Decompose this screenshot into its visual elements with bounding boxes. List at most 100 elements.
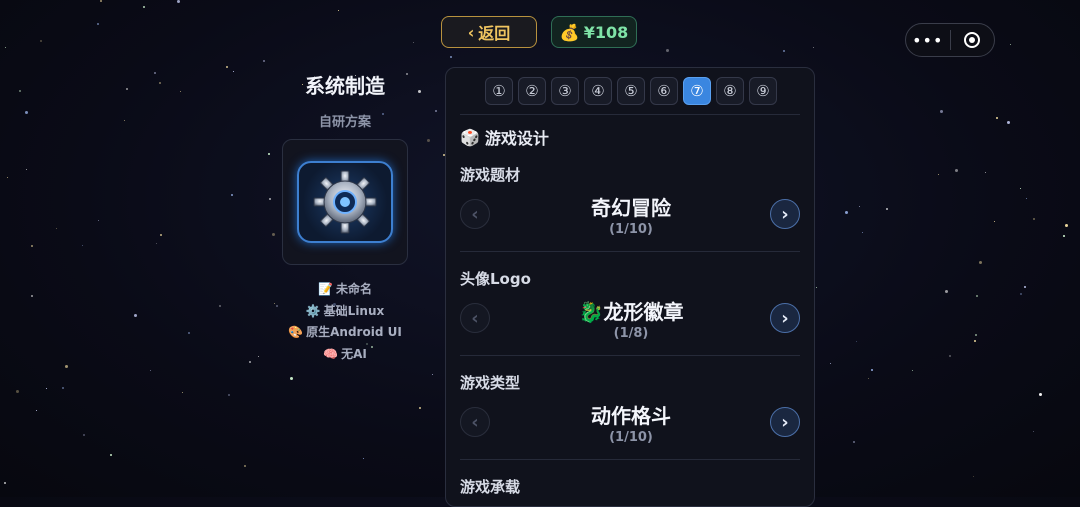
theme-prev-button[interactable]: ‹ xyxy=(460,199,490,229)
star xyxy=(226,66,228,68)
genre-count: (1/10) xyxy=(609,430,653,445)
star xyxy=(25,111,28,114)
star xyxy=(813,47,814,48)
chevron-left-icon: ‹ xyxy=(467,22,475,42)
star xyxy=(100,0,102,2)
back-label: 返回 xyxy=(478,24,511,43)
meta-ui: 🎨 原生Android UI xyxy=(288,325,402,339)
system-title: 系统制造 xyxy=(305,74,385,98)
dice-icon: 🎲 xyxy=(460,127,480,147)
step-tab-7[interactable]: ⑦ xyxy=(683,77,711,105)
star xyxy=(427,139,430,142)
star xyxy=(666,49,669,52)
star xyxy=(994,221,995,222)
star xyxy=(110,454,112,456)
star xyxy=(413,42,414,43)
star xyxy=(338,10,339,11)
step-tab-3[interactable]: ③ xyxy=(551,77,579,105)
step-tab-6[interactable]: ⑥ xyxy=(650,77,678,105)
logo-next-button[interactable]: › xyxy=(770,303,800,333)
star xyxy=(1020,188,1021,189)
star xyxy=(19,90,21,92)
star xyxy=(233,71,234,72)
genre-next-button[interactable]: › xyxy=(770,407,800,437)
star xyxy=(973,476,974,477)
step-tab-2[interactable]: ② xyxy=(518,77,546,105)
step-tab-5[interactable]: ⑤ xyxy=(617,77,645,105)
star xyxy=(1033,218,1035,220)
star xyxy=(868,378,869,379)
theme-value: 奇幻冒险 xyxy=(591,196,671,220)
star xyxy=(177,0,180,3)
dragon-icon: 🐉 xyxy=(578,300,604,324)
meta-ai: 🧠 无AI xyxy=(323,346,367,361)
genre-value: 动作格斗 xyxy=(591,404,671,428)
star xyxy=(83,434,85,436)
star xyxy=(979,261,982,264)
step-tab-1[interactable]: ① xyxy=(485,77,513,105)
palette-icon: 🎨 xyxy=(288,325,304,339)
star xyxy=(65,365,68,368)
gear-icon xyxy=(297,161,393,243)
star xyxy=(143,6,145,8)
star xyxy=(134,314,137,317)
star xyxy=(258,356,259,357)
star xyxy=(5,47,6,48)
star xyxy=(886,208,888,210)
star xyxy=(912,370,913,371)
theme-next-button[interactable]: › xyxy=(770,199,800,229)
gear-small-icon: ⚙️ xyxy=(305,303,321,318)
star xyxy=(1010,44,1011,45)
logo-value: 🐉龙形徽章 xyxy=(578,300,684,324)
money-value: ¥108 xyxy=(583,22,629,42)
star xyxy=(40,40,42,42)
star xyxy=(856,341,857,342)
config-panel: ① ② ③ ④ ⑤ ⑥ ⑦ ⑧ ⑨ 🎲 游戏设计 游戏题材 ‹ 奇幻冒险 (1/… xyxy=(445,67,815,507)
step-tab-4[interactable]: ④ xyxy=(584,77,612,105)
star xyxy=(219,305,221,307)
star xyxy=(188,332,190,334)
miniprogram-capsule: ••• xyxy=(905,23,995,57)
star xyxy=(996,117,998,119)
star xyxy=(46,388,47,389)
star xyxy=(783,50,785,52)
back-button[interactable]: ‹ 返回 xyxy=(441,16,537,48)
star xyxy=(31,295,33,297)
star xyxy=(124,120,125,121)
star xyxy=(871,369,873,371)
star xyxy=(940,110,943,113)
star xyxy=(150,370,151,371)
step-tab-8[interactable]: ⑧ xyxy=(716,77,744,105)
star xyxy=(816,287,817,288)
step-tab-9[interactable]: ⑨ xyxy=(749,77,777,105)
star xyxy=(976,295,978,297)
star xyxy=(62,387,64,389)
star xyxy=(26,169,27,170)
memo-icon: 📝 xyxy=(318,282,333,296)
star xyxy=(98,220,99,221)
star xyxy=(126,88,128,90)
field-label-theme: 游戏题材 xyxy=(460,166,521,184)
more-menu-icon[interactable]: ••• xyxy=(906,31,950,50)
field-label-logo: 头像Logo xyxy=(460,270,531,288)
star xyxy=(228,394,230,396)
star xyxy=(160,234,162,236)
field-label-genre: 游戏类型 xyxy=(460,374,521,392)
star xyxy=(975,334,977,336)
star xyxy=(1063,235,1065,237)
star xyxy=(830,363,831,364)
star xyxy=(82,245,83,246)
star xyxy=(154,72,156,74)
genre-prev-button[interactable]: ‹ xyxy=(460,407,490,437)
money-badge: 💰 ¥108 xyxy=(551,16,637,48)
star xyxy=(1065,224,1068,227)
system-meta-list: 📝 未命名 ⚙️ 基础Linux 🎨 原生Android UI 🧠 无AI xyxy=(270,279,420,365)
star xyxy=(159,82,161,84)
star xyxy=(231,194,233,196)
star xyxy=(249,361,251,363)
star xyxy=(862,232,863,233)
close-miniprogram-icon[interactable] xyxy=(950,32,994,48)
logo-prev-button[interactable]: ‹ xyxy=(460,303,490,333)
star xyxy=(435,110,437,112)
star xyxy=(945,290,948,293)
